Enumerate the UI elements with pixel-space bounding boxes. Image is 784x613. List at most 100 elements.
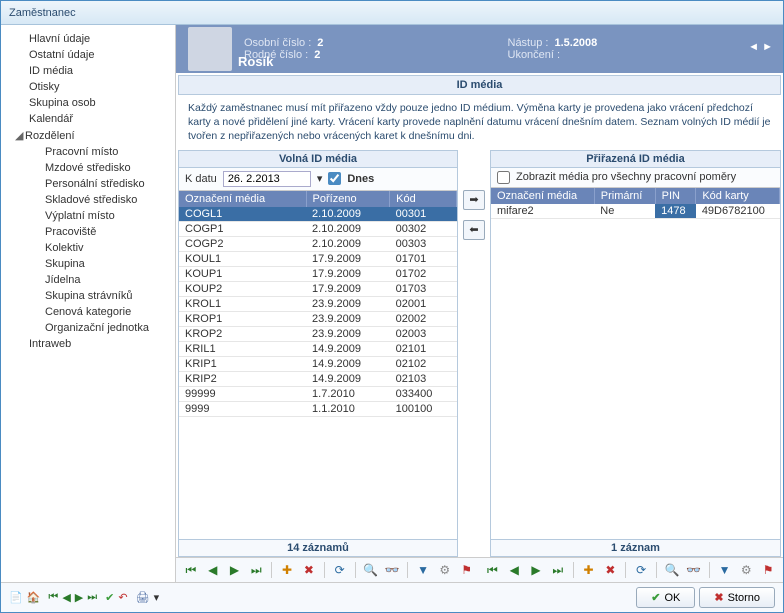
- nav-first-icon-r[interactable]: ⏮: [484, 561, 502, 579]
- search-icon-r[interactable]: 🔍: [663, 561, 681, 579]
- filter-icon[interactable]: ▼: [414, 561, 432, 579]
- revert-icon[interactable]: ↶: [118, 591, 127, 604]
- sidebar-item[interactable]: Ostatní údaje: [1, 47, 175, 63]
- nav-next-icon[interactable]: ▶: [226, 561, 244, 579]
- column-header[interactable]: Kód karty: [696, 188, 780, 204]
- column-header[interactable]: Označení média: [491, 188, 594, 204]
- binoculars-icon-r[interactable]: 👓: [685, 561, 703, 579]
- column-header[interactable]: PIN: [655, 188, 696, 204]
- table-row[interactable]: KOUL117.9.200901701: [179, 251, 457, 266]
- nav-last-icon-r[interactable]: ⏭: [549, 561, 567, 579]
- delete-icon-r[interactable]: ✖: [601, 561, 619, 579]
- refresh-icon[interactable]: ⟳: [331, 561, 349, 579]
- panel-available-title: Volná ID média: [179, 151, 457, 168]
- sidebar-item[interactable]: Skupina osob: [1, 95, 175, 111]
- print-icon[interactable]: 🖨: [136, 591, 150, 604]
- panel-available: Volná ID média K datu ▾ Dnes Označení mé…: [178, 150, 458, 557]
- nav-last-bottom-icon[interactable]: ⏭: [87, 591, 97, 604]
- column-header[interactable]: Primární: [594, 188, 655, 204]
- sidebar-item[interactable]: Skladové středisko: [1, 192, 175, 208]
- sidebar-item[interactable]: Výplatní místo: [1, 208, 175, 224]
- osobni-label: Osobní číslo :: [244, 37, 311, 49]
- column-header[interactable]: Kód: [390, 191, 457, 207]
- table-row[interactable]: mifare2Ne147849D6782100: [491, 204, 780, 219]
- cancel-button[interactable]: ✖Storno: [699, 587, 775, 608]
- table-row[interactable]: COGP22.10.200900303: [179, 236, 457, 251]
- date-input[interactable]: [223, 171, 311, 187]
- search-icon[interactable]: 🔍: [362, 561, 380, 579]
- refresh-icon-r[interactable]: ⟳: [632, 561, 650, 579]
- tool-icon[interactable]: ⚙: [436, 561, 454, 579]
- panel-assigned-title: Přiřazená ID média: [491, 151, 780, 168]
- delete-icon[interactable]: ✖: [300, 561, 318, 579]
- table-row[interactable]: COGP12.10.200900302: [179, 221, 457, 236]
- table-row[interactable]: KROP123.9.200902002: [179, 311, 457, 326]
- table-row[interactable]: KRIL114.9.200902101: [179, 341, 457, 356]
- sidebar-item[interactable]: Otisky: [1, 79, 175, 95]
- nastup-val: 1.5.2008: [554, 37, 597, 49]
- home-icon[interactable]: 🏠: [27, 591, 41, 604]
- table-row[interactable]: KOUP217.9.200901703: [179, 281, 457, 296]
- sidebar-item[interactable]: Skupina strávníků: [1, 288, 175, 304]
- sidebar-item[interactable]: Jídelna: [1, 272, 175, 288]
- add-icon[interactable]: ✚: [278, 561, 296, 579]
- table-row[interactable]: 999991.7.2010033400: [179, 386, 457, 401]
- sidebar-item[interactable]: Cenová kategorie: [1, 304, 175, 320]
- nastup-label: Nástup :: [508, 37, 549, 49]
- show-all-label: Zobrazit média pro všechny pracovní pomě…: [516, 171, 736, 183]
- sidebar-item[interactable]: Pracovní místo: [1, 144, 175, 160]
- table-row[interactable]: KROP223.9.200902003: [179, 326, 457, 341]
- nav-next-bottom-icon[interactable]: ▶: [75, 591, 83, 604]
- sidebar-item[interactable]: Organizační jednotka: [1, 320, 175, 336]
- show-all-checkbox[interactable]: [497, 171, 510, 184]
- menu-icon[interactable]: ▾: [154, 591, 160, 604]
- add-icon-r[interactable]: ✚: [580, 561, 598, 579]
- grid-assigned[interactable]: Označení médiaPrimárníPINKód kartymifare…: [491, 188, 780, 219]
- sidebar-item[interactable]: ID média: [1, 63, 175, 79]
- sidebar-item[interactable]: ◢Rozdělení: [1, 127, 175, 144]
- apply-icon[interactable]: ✔: [105, 591, 114, 604]
- sidebar-item[interactable]: Intraweb: [1, 336, 175, 352]
- table-row[interactable]: 99991.1.2010100100: [179, 401, 457, 416]
- nav-arrows[interactable]: ◄ ►: [748, 41, 773, 53]
- sidebar-item[interactable]: Personální středisko: [1, 176, 175, 192]
- nav-prev-icon[interactable]: ◀: [204, 561, 222, 579]
- unassign-button[interactable]: ⬅: [463, 220, 485, 240]
- panels: Volná ID média K datu ▾ Dnes Označení mé…: [176, 150, 783, 557]
- calendar-icon[interactable]: ▾: [317, 172, 323, 185]
- rodne-val: 2: [314, 49, 320, 61]
- panel-available-footer: 14 záznamů: [179, 539, 457, 556]
- table-row[interactable]: KROL123.9.200902001: [179, 296, 457, 311]
- flag-icon-r[interactable]: ⚑: [759, 561, 777, 579]
- sidebar-item[interactable]: Kolektiv: [1, 240, 175, 256]
- table-row[interactable]: KRIP214.9.200902103: [179, 371, 457, 386]
- assign-button[interactable]: ➡: [463, 190, 485, 210]
- nav-prev-icon-r[interactable]: ◀: [505, 561, 523, 579]
- today-checkbox[interactable]: [328, 172, 341, 185]
- filter-icon-r[interactable]: ▼: [716, 561, 734, 579]
- nav-first-bottom-icon[interactable]: ⏮: [48, 591, 58, 604]
- grid-available[interactable]: Označení médiaPořízenoKódCOGL12.10.20090…: [179, 191, 457, 417]
- nav-last-icon[interactable]: ⏭: [247, 561, 265, 579]
- doc-icon[interactable]: 📄: [9, 591, 23, 604]
- table-row[interactable]: COGL12.10.200900301: [179, 207, 457, 222]
- table-row[interactable]: KRIP114.9.200902102: [179, 356, 457, 371]
- sidebar-item[interactable]: Skupina: [1, 256, 175, 272]
- tool-icon-r[interactable]: ⚙: [737, 561, 755, 579]
- sidebar-item[interactable]: Hlavní údaje: [1, 31, 175, 47]
- date-label: K datu: [185, 173, 217, 185]
- binoculars-icon[interactable]: 👓: [383, 561, 401, 579]
- nav-next-icon-r[interactable]: ▶: [527, 561, 545, 579]
- sidebar-item[interactable]: Pracoviště: [1, 224, 175, 240]
- table-row[interactable]: KOUP117.9.200901702: [179, 266, 457, 281]
- content-area: Osobní číslo :2 Rodné číslo :2 Nástup :1…: [176, 25, 783, 582]
- sidebar-item[interactable]: Mzdové středisko: [1, 160, 175, 176]
- nav-prev-bottom-icon[interactable]: ◀: [62, 591, 70, 604]
- column-header[interactable]: Pořízeno: [306, 191, 390, 207]
- sidebar-tree[interactable]: Hlavní údajeOstatní údajeID médiaOtiskyS…: [1, 25, 176, 582]
- column-header[interactable]: Označení média: [179, 191, 306, 207]
- ok-button[interactable]: ✔OK: [636, 587, 695, 608]
- flag-icon[interactable]: ⚑: [458, 561, 476, 579]
- sidebar-item[interactable]: Kalendář: [1, 111, 175, 127]
- nav-first-icon[interactable]: ⏮: [182, 561, 200, 579]
